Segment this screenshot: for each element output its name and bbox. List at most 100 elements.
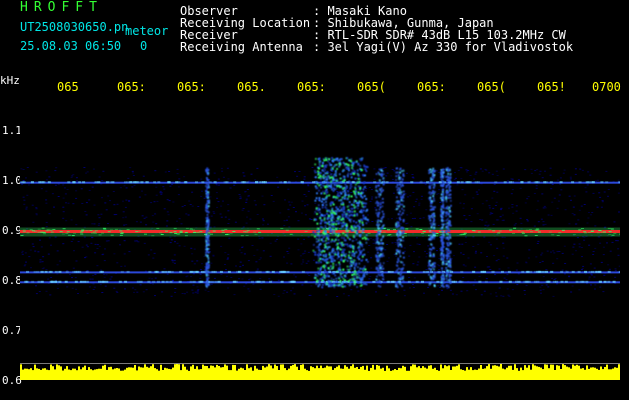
echo-speck bbox=[446, 224, 449, 227]
noise-speck bbox=[288, 201, 291, 203]
noise-speck bbox=[269, 255, 272, 257]
noise-speck bbox=[364, 190, 367, 192]
line-speck bbox=[520, 181, 524, 184]
echo-speck bbox=[314, 171, 317, 174]
noise-speck bbox=[438, 265, 441, 267]
noise-speck bbox=[25, 206, 28, 208]
time-tick-label: 0700 bbox=[592, 80, 621, 94]
amplitude-bar-segment bbox=[262, 365, 264, 380]
line-speck bbox=[213, 270, 217, 273]
echo-speck bbox=[319, 215, 322, 218]
carrier-speck bbox=[382, 231, 386, 233]
amplitude-baseline bbox=[20, 363, 620, 364]
echo-speck bbox=[327, 234, 330, 237]
amplitude-bar-segment bbox=[144, 364, 146, 380]
amplitude-bar-segment bbox=[160, 364, 162, 380]
echo-speck bbox=[326, 183, 329, 186]
echo-speck bbox=[402, 199, 405, 202]
amplitude-bar-segment bbox=[486, 366, 488, 380]
amplitude-bar-segment bbox=[256, 368, 258, 380]
noise-speck bbox=[607, 264, 610, 266]
echo-speck bbox=[322, 181, 325, 184]
amplitude-bar-segment bbox=[376, 365, 378, 380]
echo-speck bbox=[447, 178, 449, 181]
carrier-speck bbox=[221, 231, 225, 233]
echo-speck bbox=[358, 246, 361, 249]
line-speck bbox=[465, 181, 469, 184]
noise-speck bbox=[370, 189, 373, 190]
noise-speck bbox=[277, 186, 280, 188]
noise-speck bbox=[300, 212, 303, 214]
noise-speck bbox=[39, 259, 42, 261]
echo-speck bbox=[441, 269, 444, 272]
noise-speck bbox=[342, 293, 345, 295]
info-value-antenna: : 3el Yagi(V) Az 330 for Vladivostok bbox=[313, 40, 574, 54]
noise-speck bbox=[542, 221, 545, 223]
echo-speck bbox=[317, 158, 320, 161]
noise-speck bbox=[500, 207, 503, 209]
echo-speck bbox=[442, 277, 445, 280]
echo-speck bbox=[340, 192, 343, 195]
amplitude-bar-segment bbox=[306, 370, 308, 380]
noise-speck bbox=[519, 217, 522, 219]
echo-speck bbox=[380, 255, 383, 258]
noise-speck bbox=[369, 200, 372, 202]
noise-speck bbox=[489, 269, 492, 270]
echo-speck bbox=[315, 237, 318, 240]
echo-speck bbox=[442, 201, 445, 204]
amplitude-bar-segment bbox=[606, 364, 608, 380]
echo-speck bbox=[350, 176, 353, 179]
filename-label: UT2508030650.pn bbox=[20, 20, 129, 34]
noise-speck bbox=[45, 199, 48, 201]
carrier-speck bbox=[184, 235, 188, 237]
amplitude-bar-segment bbox=[612, 368, 614, 380]
noise-speck bbox=[227, 210, 230, 212]
echo-speck bbox=[319, 177, 322, 180]
noise-speck bbox=[399, 223, 402, 225]
amplitude-bar-segment bbox=[508, 365, 510, 380]
amplitude-bar-segment bbox=[438, 370, 440, 380]
noise-speck bbox=[191, 289, 194, 291]
echo-speck bbox=[349, 268, 352, 270]
echo-speck bbox=[315, 261, 318, 264]
echo-speck bbox=[354, 183, 357, 186]
amplitude-bar-segment bbox=[220, 367, 222, 380]
line-speck bbox=[478, 280, 482, 283]
noise-speck bbox=[141, 190, 143, 192]
echo-speck bbox=[332, 252, 335, 255]
echo-speck bbox=[430, 238, 433, 241]
echo-speck bbox=[396, 283, 399, 286]
noise-speck bbox=[460, 178, 463, 180]
echo-speck bbox=[340, 202, 343, 205]
echo-speck bbox=[375, 209, 378, 211]
echo-speck bbox=[322, 190, 324, 193]
line-speck bbox=[144, 181, 148, 184]
noise-speck bbox=[299, 255, 302, 257]
echo-speck bbox=[363, 275, 366, 278]
amplitude-bar-segment bbox=[394, 369, 396, 380]
noise-speck bbox=[73, 250, 75, 252]
echo-speck bbox=[335, 187, 338, 190]
noise-speck bbox=[423, 292, 425, 294]
carrier-speck bbox=[588, 232, 591, 233]
echo-speck bbox=[331, 260, 334, 263]
noise-speck bbox=[256, 214, 259, 215]
noise-speck bbox=[527, 196, 530, 198]
carrier-speck bbox=[71, 235, 75, 237]
noise-speck bbox=[564, 273, 566, 275]
noise-speck bbox=[488, 205, 491, 207]
noise-speck bbox=[500, 209, 502, 211]
echo-speck bbox=[364, 168, 367, 171]
noise-speck bbox=[45, 190, 48, 192]
echo-speck bbox=[321, 204, 324, 206]
echo-speck bbox=[317, 261, 320, 264]
noise-speck bbox=[247, 195, 250, 197]
amplitude-bar-segment bbox=[216, 364, 218, 380]
echo-speck bbox=[348, 250, 351, 253]
noise-speck bbox=[537, 221, 540, 223]
noise-speck bbox=[577, 219, 580, 221]
noise-speck bbox=[116, 203, 119, 205]
echo-speck bbox=[428, 238, 431, 241]
noise-speck bbox=[438, 257, 441, 259]
noise-speck bbox=[409, 195, 412, 197]
